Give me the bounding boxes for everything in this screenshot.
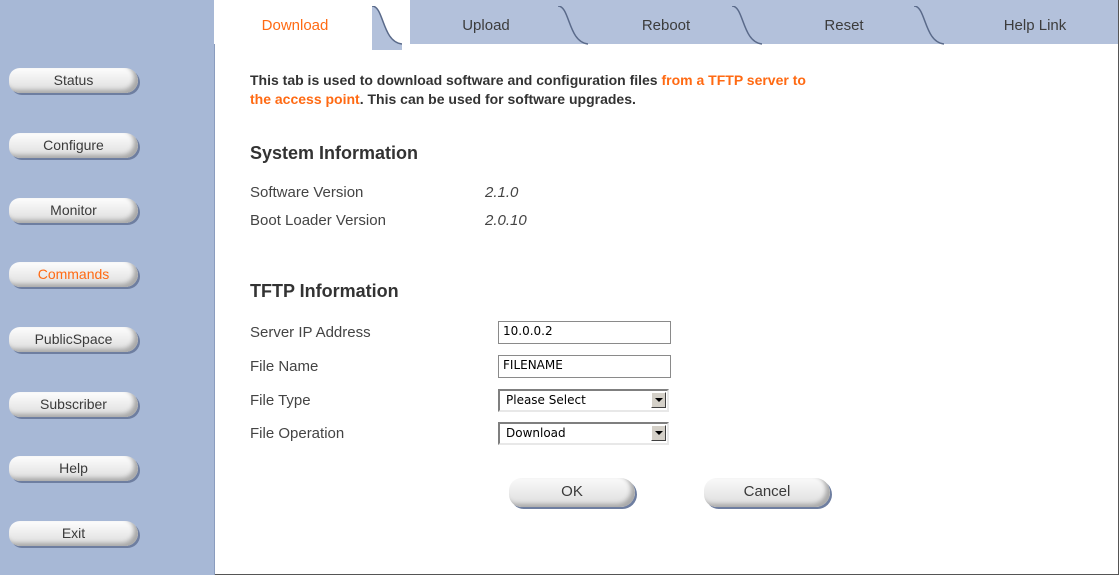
- ok-button[interactable]: OK: [509, 478, 635, 507]
- intro-text-part2: . This can be used for software upgrades…: [359, 91, 636, 107]
- server-ip-label: Server IP Address: [250, 324, 371, 341]
- boot-loader-version-value: 2.0.10: [485, 212, 527, 229]
- file-operation-selected-value: Download: [506, 426, 566, 440]
- intro-highlight-2: the access point: [250, 91, 360, 107]
- nav-commands-button[interactable]: Commands: [9, 262, 138, 287]
- main-content: This tab is used to download software an…: [250, 0, 1119, 575]
- sidebar: Status Configure Monitor Commands Public…: [0, 0, 215, 575]
- dropdown-arrow-icon[interactable]: [651, 425, 666, 441]
- intro-text-part1: This tab is used to download software an…: [250, 72, 662, 88]
- file-name-input[interactable]: FILENAME: [498, 355, 671, 378]
- nav-publicspace-button[interactable]: PublicSpace: [9, 327, 138, 352]
- file-operation-label: File Operation: [250, 425, 345, 442]
- nav-status-button[interactable]: Status: [9, 68, 138, 93]
- nav-help-button[interactable]: Help: [9, 456, 138, 481]
- server-ip-input[interactable]: 10.0.0.2: [498, 321, 671, 344]
- nav-monitor-button[interactable]: Monitor: [9, 198, 138, 223]
- software-version-label: Software Version: [250, 184, 364, 201]
- nav-configure-button[interactable]: Configure: [9, 133, 138, 158]
- file-type-selected-value: Please Select: [506, 393, 586, 407]
- system-info-title: System Information: [250, 143, 419, 163]
- software-version-value: 2.1.0: [485, 184, 519, 201]
- file-type-select[interactable]: Please Select: [498, 389, 669, 412]
- tftp-info-title: TFTP Information: [250, 281, 399, 301]
- file-operation-select[interactable]: Download: [498, 422, 669, 445]
- boot-loader-version-label: Boot Loader Version: [250, 212, 386, 229]
- file-name-label: File Name: [250, 358, 319, 375]
- intro-highlight-1: from a TFTP server to: [661, 72, 806, 88]
- cancel-button[interactable]: Cancel: [704, 478, 830, 507]
- dropdown-arrow-icon[interactable]: [651, 392, 666, 408]
- nav-subscriber-button[interactable]: Subscriber: [9, 392, 138, 417]
- file-type-label: File Type: [250, 392, 311, 409]
- nav-exit-button[interactable]: Exit: [9, 521, 138, 546]
- intro-text: This tab is used to download software an…: [250, 71, 970, 109]
